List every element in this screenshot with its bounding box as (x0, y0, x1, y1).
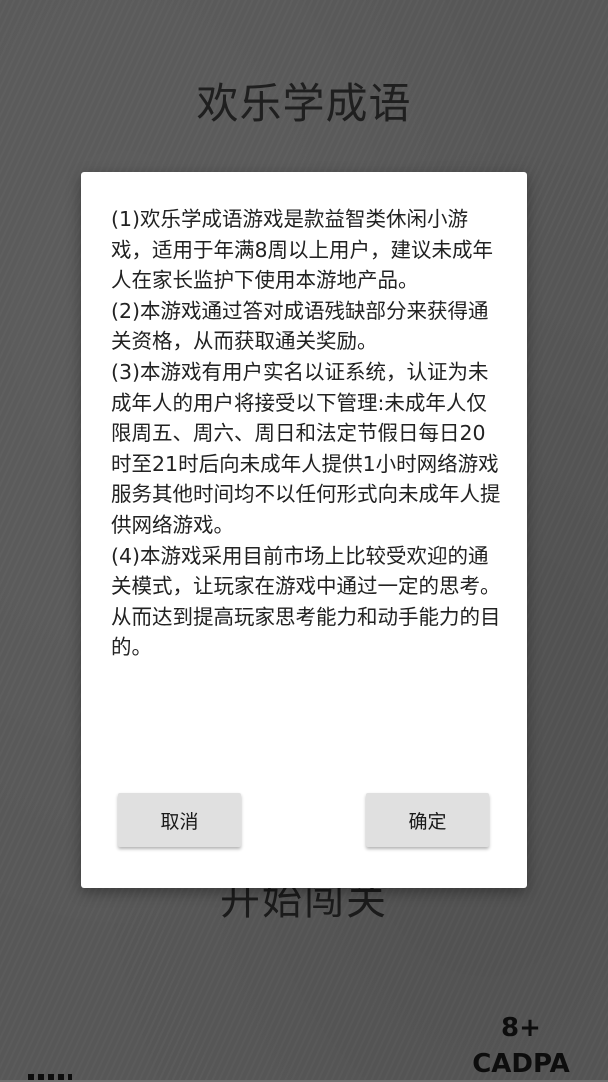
cancel-button[interactable]: 取消 (118, 793, 241, 847)
dialog-paragraph-2: (2)本游戏通过答对成语残缺部分来获得通关资格，从而获取通关奖励。 (111, 298, 489, 354)
dialog-paragraph-4: (4)本游戏采用目前市场上比较受欢迎的通关模式，让玩家在游戏中通过一定的思考。从… (111, 543, 501, 660)
dialog-paragraph-1: (1)欢乐学成语游戏是款益智类休闲小游戏，适用于年满8周以上用户，建议未成年人在… (111, 207, 494, 293)
dialog-paragraph-3: (3)本游戏有用户实名以证系统，认证为未成年人的用户将接受以下管理:未成年人仅限… (111, 359, 501, 537)
confirm-button[interactable]: 确定 (366, 793, 489, 847)
notice-dialog: (1)欢乐学成语游戏是款益智类休闲小游戏，适用于年满8周以上用户，建议未成年人在… (81, 172, 527, 888)
dialog-body: (1)欢乐学成语游戏是款益智类休闲小游戏，适用于年满8周以上用户，建议未成年人在… (111, 204, 503, 663)
